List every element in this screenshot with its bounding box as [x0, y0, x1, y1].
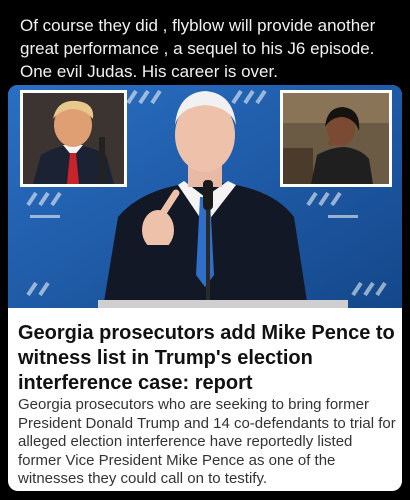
- trump-photo: [20, 90, 127, 187]
- article-image[interactable]: [8, 85, 402, 308]
- article-headline[interactable]: Georgia prosecutors add Mike Pence to wi…: [18, 321, 396, 396]
- link-preview-card[interactable]: Georgia prosecutors add Mike Pence to wi…: [8, 85, 402, 491]
- fani-willis-photo: [280, 90, 392, 187]
- post-text: Of course they did , flyblow will provid…: [20, 16, 376, 81]
- article-summary: Georgia prosecutors who are seeking to b…: [18, 396, 396, 487]
